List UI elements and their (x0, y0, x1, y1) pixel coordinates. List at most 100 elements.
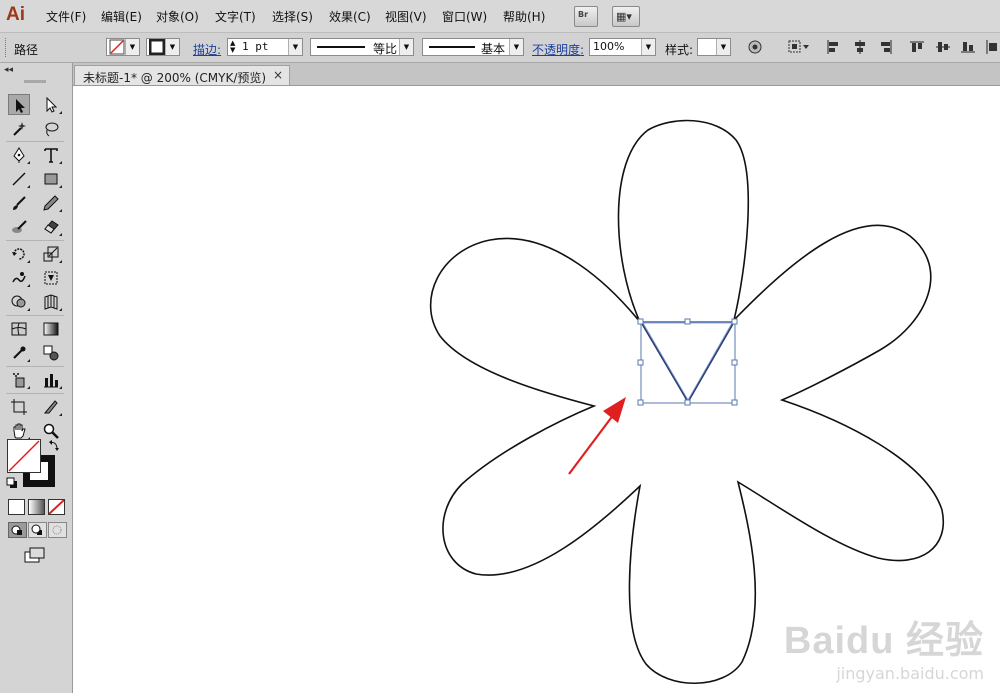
collapse-panel-icon[interactable]: ◂◂ (4, 65, 13, 75)
globe-icon[interactable] (748, 40, 762, 54)
pencil-tool[interactable] (40, 192, 62, 213)
align-left-icon[interactable] (826, 40, 840, 54)
fill-none-icon (109, 39, 125, 55)
paintbrush-tool[interactable] (8, 192, 30, 213)
blob-brush-tool[interactable] (8, 216, 30, 237)
pen-tool[interactable] (8, 144, 30, 165)
swap-colors-icon[interactable] (48, 439, 60, 451)
eyedropper-tool[interactable] (8, 342, 30, 363)
variable-width-profile-dropdown[interactable]: 等比 ▼ (310, 38, 414, 56)
perspective-grid-tool[interactable] (40, 291, 62, 312)
blend-tool[interactable] (40, 342, 62, 363)
type-tool[interactable] (40, 144, 62, 165)
selection-bounding-box[interactable] (640, 321, 736, 404)
stroke-panel-link[interactable]: 描边: (193, 41, 221, 58)
tool-separator (6, 366, 64, 367)
stepper-icon[interactable]: ▲ ▼ (230, 40, 235, 54)
menu-object[interactable]: 对象(O) (156, 8, 199, 25)
shape-builder-tool-icon (11, 295, 26, 308)
annotation-arrow (568, 397, 626, 475)
stroke-color-dropdown[interactable]: ▼ (146, 38, 180, 56)
distribute-icon[interactable] (986, 40, 1000, 54)
gradient-tool[interactable] (40, 318, 62, 339)
menu-window[interactable]: 窗口(W) (442, 8, 487, 25)
selection-tool-icon (16, 99, 25, 113)
hand-tool-icon (13, 423, 26, 439)
document-tab[interactable]: 未标题-1* @ 200% (CMYK/预览) × (74, 65, 290, 85)
bridge-button[interactable]: Br (574, 6, 598, 27)
close-icon[interactable]: × (273, 68, 283, 82)
draw-behind-button[interactable] (28, 522, 47, 538)
artboard-tool[interactable] (8, 396, 30, 417)
menu-select[interactable]: 选择(S) (272, 8, 313, 25)
rectangle-tool[interactable] (40, 168, 62, 189)
selection-handles[interactable] (637, 318, 738, 406)
stroke-weight-field[interactable]: ▲ ▼ 1 pt ▼ (227, 38, 303, 56)
align-center-icon[interactable] (853, 40, 867, 54)
color-mode-button[interactable] (8, 499, 25, 515)
menu-view[interactable]: 视图(V) (385, 8, 427, 25)
menu-type[interactable]: 文字(T) (215, 8, 256, 25)
warp-tool[interactable] (8, 267, 30, 288)
brush-definition-dropdown[interactable]: 基本 ▼ (422, 38, 524, 56)
opacity-field[interactable]: 100% ▼ (589, 38, 656, 56)
artboard-canvas[interactable]: Baidu 经验 jingyan.baidu.com (73, 86, 1000, 693)
profile-label: 等比 (373, 42, 398, 56)
blob-brush-tool-icon (12, 220, 27, 233)
transform-icon[interactable] (788, 40, 810, 54)
eraser-tool-icon (44, 220, 59, 234)
direct-selection-tool[interactable] (40, 94, 62, 115)
column-graph-tool[interactable] (40, 369, 62, 390)
opacity-panel-link[interactable]: 不透明度: (532, 41, 584, 58)
rotate-tool[interactable] (8, 243, 30, 264)
zoom-tool[interactable] (40, 420, 62, 441)
chevron-down-icon: ▼ (399, 39, 413, 55)
control-bar-grip[interactable] (5, 38, 9, 57)
change-screen-mode-icon[interactable] (24, 547, 46, 563)
menu-help[interactable]: 帮助(H) (503, 8, 545, 25)
chevron-down-icon: ▼ (288, 39, 302, 55)
align-bottom-icon[interactable] (961, 40, 975, 54)
control-bar: 路径 ▼ ▼ 描边: ▲ ▼ 1 pt ▼ 等比 ▼ 基本 ▼ 不透明度: 100… (0, 33, 1000, 63)
lasso-tool[interactable] (40, 118, 62, 139)
arrange-documents-button[interactable]: ▦▾ (612, 6, 640, 27)
menu-file[interactable]: 文件(F) (46, 8, 86, 25)
scale-tool[interactable] (40, 243, 62, 264)
free-transform-tool-icon (44, 271, 58, 285)
fill-swatch[interactable] (7, 439, 41, 473)
gradient-mode-button[interactable] (28, 499, 45, 515)
hand-tool[interactable] (8, 420, 30, 441)
line-tool-icon (12, 172, 26, 186)
document-tab-title: 未标题-1* @ 200% (CMYK/预览) (83, 71, 267, 85)
selected-triangle-path[interactable] (639, 321, 736, 404)
graphic-style-dropdown[interactable]: ▼ (697, 38, 731, 56)
fill-color-dropdown[interactable]: ▼ (106, 38, 140, 56)
menu-edit[interactable]: 编辑(E) (101, 8, 142, 25)
eraser-tool[interactable] (40, 216, 62, 237)
align-middle-icon[interactable] (936, 40, 950, 54)
type-tool-icon (44, 148, 58, 163)
menu-effect[interactable]: 效果(C) (329, 8, 371, 25)
profile-line-preview (317, 46, 365, 48)
fill-none-icon (8, 440, 40, 472)
none-mode-button[interactable] (48, 499, 65, 515)
zoom-tool-icon (43, 423, 59, 439)
align-top-icon[interactable] (910, 40, 924, 54)
arrange-documents-label: ▦▾ (616, 10, 632, 23)
mesh-tool[interactable] (8, 318, 30, 339)
none-icon (49, 500, 64, 514)
align-right-icon[interactable] (879, 40, 893, 54)
free-transform-tool[interactable] (40, 267, 62, 288)
selection-tool[interactable] (8, 94, 30, 115)
bridge-label: Br (578, 10, 589, 19)
slice-tool[interactable] (40, 396, 62, 417)
draw-inside-button[interactable] (48, 522, 67, 538)
line-segment-tool[interactable] (8, 168, 30, 189)
symbol-sprayer-tool[interactable] (8, 369, 30, 390)
magic-wand-tool[interactable] (8, 118, 30, 139)
default-colors-icon[interactable] (6, 477, 18, 489)
draw-normal-button[interactable] (8, 522, 27, 538)
shape-builder-tool[interactable] (8, 291, 30, 312)
tools-panel: ◂◂ (0, 63, 73, 693)
panel-grip[interactable] (24, 80, 46, 83)
